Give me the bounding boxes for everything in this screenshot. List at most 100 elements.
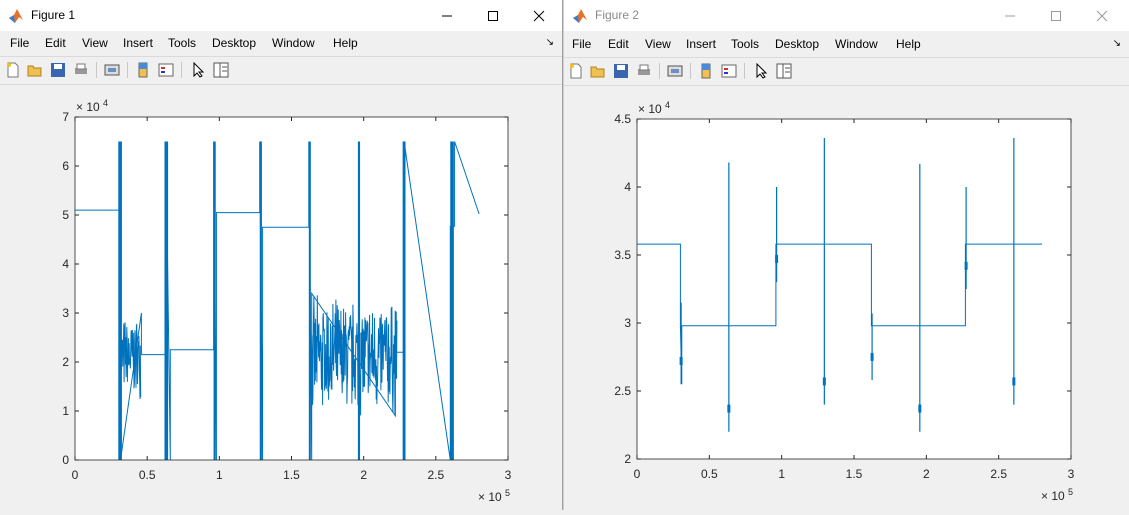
y-exponent-power: 4 xyxy=(103,98,108,108)
y-tick-label: 2 xyxy=(62,355,69,369)
toolbar-separator xyxy=(690,63,691,79)
close-button[interactable] xyxy=(516,0,562,31)
property-editor-icon[interactable] xyxy=(776,63,792,79)
colorbar-icon[interactable] xyxy=(698,63,714,79)
print-icon[interactable] xyxy=(73,62,89,78)
menu-help[interactable]: Help xyxy=(896,37,921,51)
figure-2-window[interactable]: Figure 2 File Edit View Insert Tools Des… xyxy=(563,0,1129,510)
x-tick-label: 2 xyxy=(360,468,367,482)
figure-1-window[interactable]: Figure 1 File Edit View Insert Tools Des… xyxy=(0,0,563,510)
spike-mark xyxy=(870,352,874,361)
x-tick-label: 2.5 xyxy=(427,468,444,482)
title-bar[interactable]: Figure 1 xyxy=(0,0,562,31)
menu-dock-icon[interactable]: ↘ xyxy=(546,37,554,48)
minimize-icon xyxy=(1005,15,1015,16)
y-tick-label: 2.5 xyxy=(614,384,631,398)
y-tick-label: 3 xyxy=(62,306,69,320)
x-tick-label: 2.5 xyxy=(990,467,1007,481)
close-icon xyxy=(1096,10,1108,21)
menu-edit[interactable]: Edit xyxy=(608,37,629,51)
close-icon xyxy=(533,10,545,21)
new-figure-icon[interactable] xyxy=(568,63,584,79)
open-file-icon[interactable] xyxy=(590,63,606,79)
x-tick-label: 2 xyxy=(923,467,930,481)
y-tick-label: 5 xyxy=(62,208,69,222)
y-tick-label: 2 xyxy=(624,452,631,466)
minimize-button[interactable] xyxy=(987,0,1033,31)
x-tick-label: 3 xyxy=(505,468,512,482)
x-tick-label: 1.5 xyxy=(283,468,300,482)
y-tick-label: 4 xyxy=(624,180,631,194)
axes[interactable]: 0 0.5 1 1.5 2 2.5 301234567× 10 4× 10 5 xyxy=(0,84,562,510)
spike-mark xyxy=(1012,377,1016,386)
link-plot-icon[interactable] xyxy=(104,62,120,78)
legend-icon[interactable] xyxy=(721,63,737,79)
x-tick-label: 1 xyxy=(778,467,785,481)
spike-mark xyxy=(964,261,968,270)
y-exponent-label: × 10 xyxy=(638,102,662,116)
menu-desktop[interactable]: Desktop xyxy=(212,36,256,50)
y-tick-label: 1 xyxy=(62,404,69,418)
maximize-button[interactable] xyxy=(1033,0,1079,31)
link-plot-icon[interactable] xyxy=(667,63,683,79)
menu-file[interactable]: File xyxy=(572,37,591,51)
pointer-icon[interactable] xyxy=(190,62,206,78)
menu-bar: File Edit View Insert Tools Desktop Wind… xyxy=(0,32,562,54)
axes-background xyxy=(637,119,1071,459)
toolbar-separator xyxy=(96,62,97,78)
menu-window[interactable]: Window xyxy=(835,37,878,51)
axes[interactable]: 0 0.5 1 1.5 2 2.5 322.533.544.5× 10 4× 10 5 xyxy=(564,85,1128,510)
burst-mark xyxy=(164,141,169,460)
x-tick-label: 1 xyxy=(216,468,223,482)
x-tick-label: 1.5 xyxy=(846,467,863,481)
spike-mark xyxy=(822,377,826,386)
menu-insert[interactable]: Insert xyxy=(686,37,716,51)
print-icon[interactable] xyxy=(636,63,652,79)
matlab-icon xyxy=(9,9,23,23)
menu-dock-icon[interactable]: ↘ xyxy=(1113,38,1121,49)
toolbar-separator xyxy=(659,63,660,79)
menu-insert[interactable]: Insert xyxy=(123,36,153,50)
close-button[interactable] xyxy=(1079,0,1125,31)
window-title: Figure 2 xyxy=(595,8,640,22)
menu-view[interactable]: View xyxy=(82,36,108,50)
y-tick-label: 3 xyxy=(624,316,631,330)
toolbar xyxy=(0,56,562,85)
figure-canvas[interactable]: 0 0.5 1 1.5 2 2.5 3 0 1 2 3 4 5 6 7 × 10 4 × 10 5 xyxy=(0,84,562,510)
figure-canvas[interactable]: 0 0.5 1 1.5 2 2.5 3 2 2.5 3 3.5 4 4.5 × 10 4 × 10 5 xyxy=(564,85,1129,510)
x-tick-label: 0 xyxy=(634,467,641,481)
menu-desktop[interactable]: Desktop xyxy=(775,37,819,51)
new-figure-icon[interactable] xyxy=(5,62,21,78)
property-editor-icon[interactable] xyxy=(213,62,229,78)
save-icon[interactable] xyxy=(50,62,66,78)
title-bar[interactable]: Figure 2 xyxy=(564,0,1129,31)
menu-tools[interactable]: Tools xyxy=(168,36,196,50)
toolbar-separator xyxy=(181,62,182,78)
burst-mark xyxy=(308,141,311,460)
spike-mark xyxy=(679,357,683,365)
open-file-icon[interactable] xyxy=(27,62,43,78)
menu-tools[interactable]: Tools xyxy=(731,37,759,51)
colorbar-icon[interactable] xyxy=(135,62,151,78)
menu-window[interactable]: Window xyxy=(272,36,315,50)
toolbar xyxy=(564,57,1129,86)
x-exponent-label: × 10 xyxy=(1041,489,1065,503)
y-tick-label: 4 xyxy=(62,257,69,271)
burst-mark xyxy=(402,141,406,460)
menu-view[interactable]: View xyxy=(645,37,671,51)
menu-file[interactable]: File xyxy=(10,36,29,50)
maximize-button[interactable] xyxy=(470,0,516,31)
menu-edit[interactable]: Edit xyxy=(45,36,66,50)
x-tick-label: 3 xyxy=(1068,467,1075,481)
save-icon[interactable] xyxy=(613,63,629,79)
x-tick-label: 0.5 xyxy=(701,467,718,481)
minimize-button[interactable] xyxy=(424,0,470,31)
y-tick-label: 0 xyxy=(62,453,69,467)
minimize-icon xyxy=(442,15,452,16)
legend-icon[interactable] xyxy=(158,62,174,78)
burst-mark xyxy=(450,141,454,460)
y-tick-label: 3.5 xyxy=(614,248,631,262)
menu-help[interactable]: Help xyxy=(333,36,358,50)
toolbar-separator xyxy=(127,62,128,78)
pointer-icon[interactable] xyxy=(753,63,769,79)
